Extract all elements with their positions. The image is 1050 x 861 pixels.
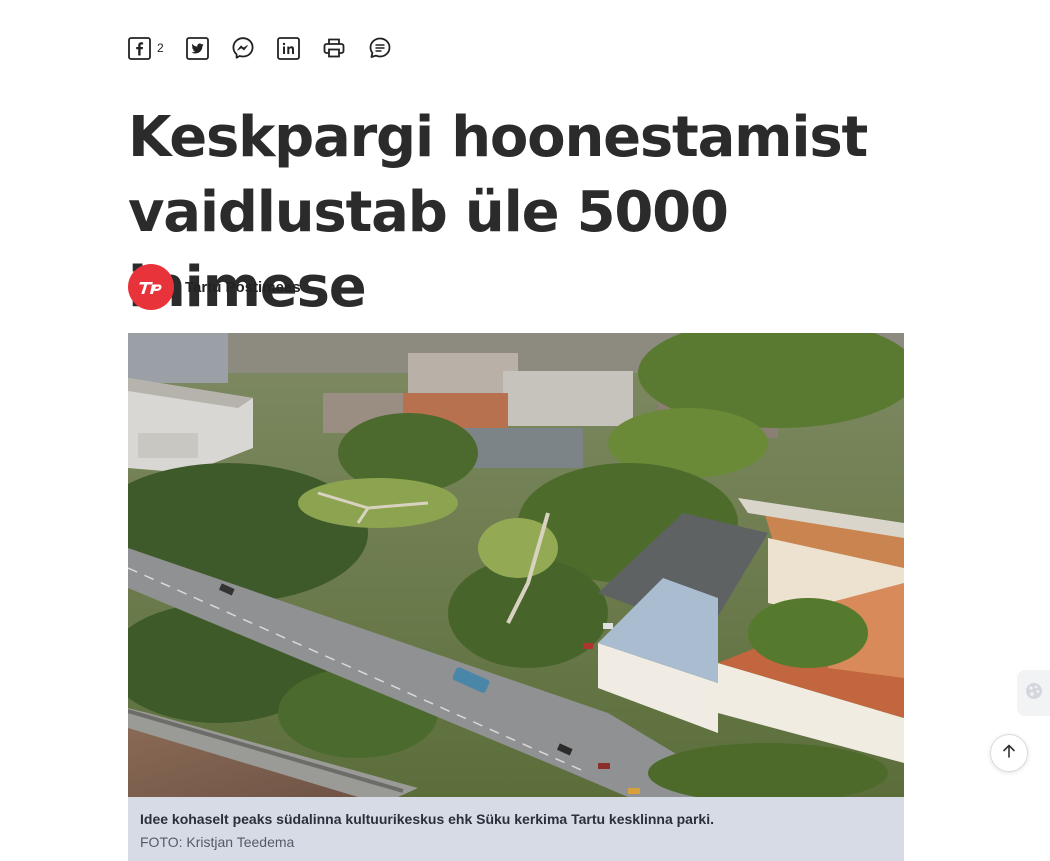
facebook-icon	[128, 36, 151, 60]
linkedin-share-button[interactable]	[276, 36, 300, 60]
tartu-postimees-logo	[139, 282, 162, 294]
twitter-icon	[185, 36, 209, 60]
arrow-up-icon	[1001, 743, 1017, 764]
aerial-city-park-photo	[128, 333, 904, 797]
messenger-icon	[231, 36, 255, 60]
author-avatar	[128, 264, 174, 310]
twitter-share-button[interactable]	[185, 36, 209, 60]
print-icon	[322, 36, 346, 60]
author-name[interactable]: Tartu Postimees	[185, 279, 301, 296]
comments-icon	[368, 36, 392, 60]
palette-icon	[1024, 681, 1044, 706]
back-to-top-button[interactable]	[990, 734, 1028, 772]
print-button[interactable]	[322, 36, 346, 60]
photo-credit: FOTO: Kristjan Teedema	[140, 834, 295, 850]
article-figure: Idee kohaselt peaks südalinna kultuurike…	[128, 333, 904, 861]
caption-text: Idee kohaselt peaks südalinna kultuurike…	[140, 811, 714, 827]
side-widget-tab[interactable]	[1017, 670, 1050, 716]
photo-caption: Idee kohaselt peaks südalinna kultuurike…	[128, 797, 904, 861]
facebook-share-count: 2	[157, 41, 164, 55]
messenger-share-button[interactable]	[231, 36, 255, 60]
facebook-share-button[interactable]: 2	[128, 36, 164, 60]
article-photo[interactable]	[128, 333, 904, 797]
author-byline[interactable]: Tartu Postimees	[128, 264, 301, 310]
share-bar: 2	[128, 35, 414, 61]
linkedin-icon	[276, 36, 300, 60]
comments-button[interactable]	[368, 36, 392, 60]
